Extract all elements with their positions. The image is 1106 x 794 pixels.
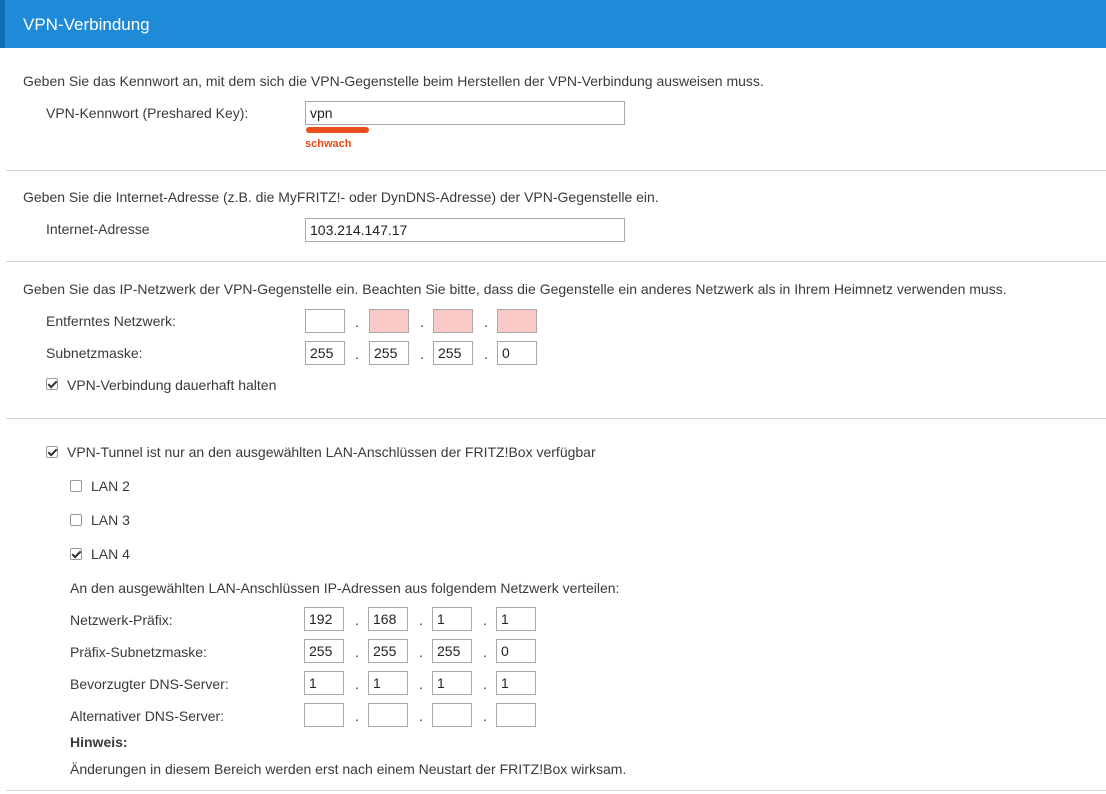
prefix-mask-octet-4[interactable] [496, 639, 536, 663]
preferred-dns-octet-4[interactable] [496, 671, 536, 695]
lan3-checkbox[interactable] [70, 514, 82, 526]
internet-address-label: Internet-Adresse [46, 221, 150, 237]
password-strength-bar [306, 127, 369, 133]
vpn-key-label: VPN-Kennwort (Preshared Key): [46, 105, 249, 121]
section-divider [6, 170, 1106, 171]
tunnel-lan-only-checkbox[interactable] [46, 446, 58, 458]
remote-network-octet-4[interactable] [497, 309, 537, 333]
internet-address-input[interactable] [305, 218, 625, 242]
remote-network-octet-2[interactable] [369, 309, 409, 333]
password-strength-label: schwach [305, 138, 352, 150]
lan2-checkbox[interactable] [70, 480, 82, 492]
octet-separator: . [419, 612, 423, 628]
hint-title: Hinweis: [70, 734, 128, 750]
vpn-key-input[interactable] [305, 101, 625, 125]
subnet-mask-label: Subnetzmaske: [46, 345, 143, 361]
address-intro-text: Geben Sie die Internet-Adresse (z.B. die… [23, 189, 659, 205]
hint-text: Änderungen in diesem Bereich werden erst… [70, 761, 627, 777]
prefix-mask-octet-3[interactable] [432, 639, 472, 663]
alternative-dns-label: Alternativer DNS-Server: [70, 708, 225, 724]
octet-separator: . [419, 644, 423, 660]
octet-separator: . [484, 314, 488, 330]
octet-separator: . [419, 708, 423, 724]
header-accent [0, 0, 5, 48]
network-prefix-label: Netzwerk-Präfix: [70, 612, 173, 628]
alternative-dns-octet-3[interactable] [432, 703, 472, 727]
subnet-mask-octet-4[interactable] [497, 341, 537, 365]
octet-separator: . [355, 708, 359, 724]
network-intro-text: Geben Sie das IP-Netzwerk der VPN-Gegens… [23, 281, 1007, 297]
octet-separator: . [355, 644, 359, 660]
network-prefix-octet-1[interactable] [304, 607, 344, 631]
alternative-dns-octet-1[interactable] [304, 703, 344, 727]
lan3-label: LAN 3 [91, 512, 130, 528]
octet-separator: . [420, 314, 424, 330]
network-prefix-octet-4[interactable] [496, 607, 536, 631]
octet-separator: . [355, 314, 359, 330]
network-prefix-octet-3[interactable] [432, 607, 472, 631]
octet-separator: . [484, 346, 488, 362]
tunnel-lan-only-label: VPN-Tunnel ist nur an den ausgewählten L… [67, 444, 596, 460]
preferred-dns-octet-1[interactable] [304, 671, 344, 695]
keep-alive-label: VPN-Verbindung dauerhaft halten [67, 377, 277, 393]
octet-separator: . [355, 612, 359, 628]
octet-separator: . [483, 612, 487, 628]
network-prefix-octet-2[interactable] [368, 607, 408, 631]
alternative-dns-octet-4[interactable] [496, 703, 536, 727]
remote-network-octet-1[interactable] [305, 309, 345, 333]
lan4-label: LAN 4 [91, 546, 130, 562]
section-divider [6, 790, 1106, 791]
page-title: VPN-Verbindung [23, 15, 150, 34]
distribute-text: An den ausgewählten LAN-Anschlüssen IP-A… [70, 580, 620, 596]
prefix-mask-octet-2[interactable] [368, 639, 408, 663]
octet-separator: . [483, 644, 487, 660]
prefix-subnet-mask-label: Präfix-Subnetzmaske: [70, 644, 207, 660]
preferred-dns-octet-2[interactable] [368, 671, 408, 695]
subnet-mask-octet-3[interactable] [433, 341, 473, 365]
octet-separator: . [483, 676, 487, 692]
subnet-mask-octet-2[interactable] [369, 341, 409, 365]
keep-alive-checkbox[interactable] [46, 378, 58, 390]
octet-separator: . [420, 346, 424, 362]
prefix-mask-octet-1[interactable] [304, 639, 344, 663]
octet-separator: . [355, 346, 359, 362]
preferred-dns-octet-3[interactable] [432, 671, 472, 695]
remote-network-label: Entferntes Netzwerk: [46, 313, 176, 329]
remote-network-octet-3[interactable] [433, 309, 473, 333]
section-divider [6, 418, 1106, 419]
subnet-mask-octet-1[interactable] [305, 341, 345, 365]
lan4-checkbox[interactable] [70, 548, 82, 560]
alternative-dns-octet-2[interactable] [368, 703, 408, 727]
preferred-dns-label: Bevorzugter DNS-Server: [70, 676, 229, 692]
key-intro-text: Geben Sie das Kennwort an, mit dem sich … [23, 73, 764, 89]
octet-separator: . [355, 676, 359, 692]
section-divider [6, 261, 1106, 262]
page-header: VPN-Verbindung [0, 0, 1106, 48]
octet-separator: . [483, 708, 487, 724]
lan2-label: LAN 2 [91, 478, 130, 494]
octet-separator: . [419, 676, 423, 692]
